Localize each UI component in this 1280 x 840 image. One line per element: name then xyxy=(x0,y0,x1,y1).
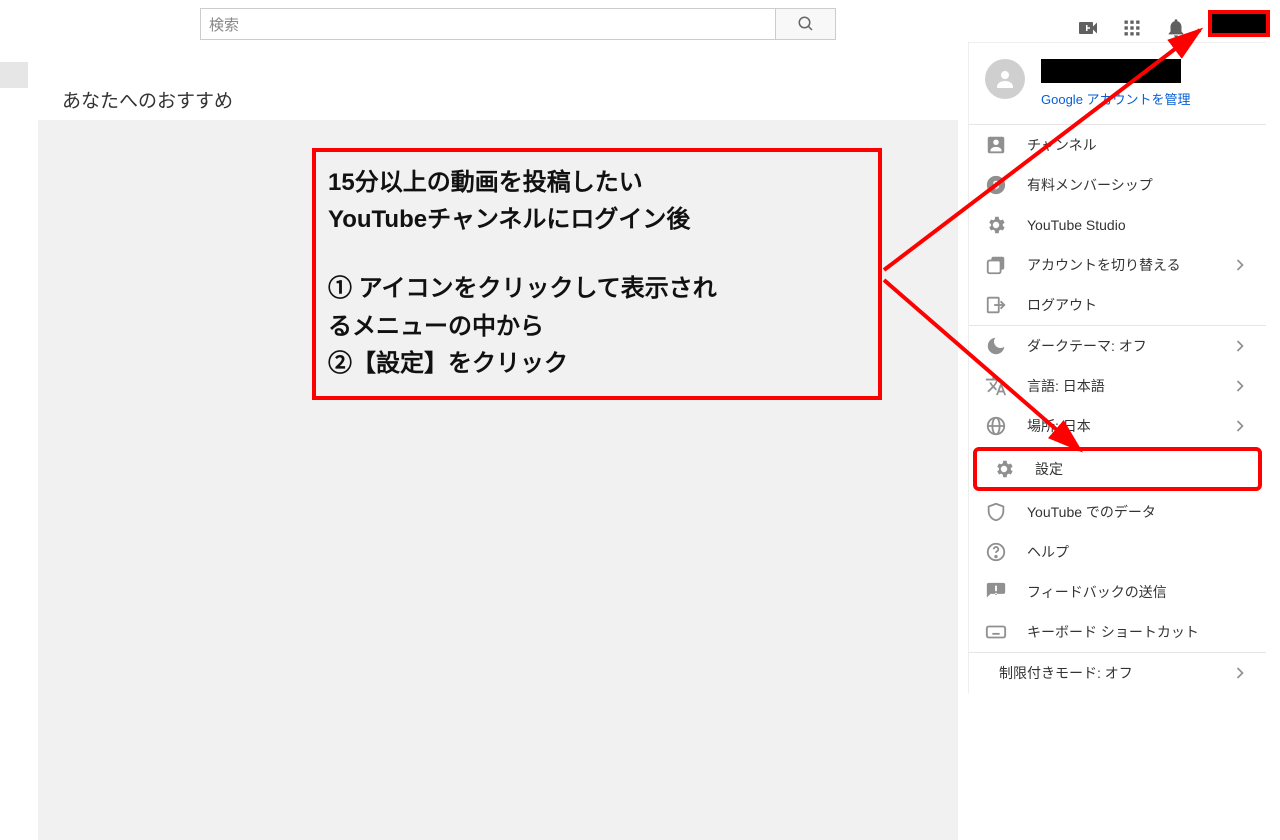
notifications-icon[interactable] xyxy=(1164,16,1188,40)
svg-text:$: $ xyxy=(993,180,999,192)
menu-item-help[interactable]: ヘルプ xyxy=(969,532,1266,572)
menu-item-signout[interactable]: ログアウト xyxy=(969,285,1266,325)
menu-item-restricted-mode[interactable]: 制限付きモード: オフ xyxy=(969,653,1266,693)
account-name-redacted xyxy=(1041,59,1181,83)
feedback-icon xyxy=(985,581,1007,603)
page-title: あなたへのおすすめ xyxy=(62,86,233,113)
menu-label: 有料メンバーシップ xyxy=(1027,175,1153,195)
person-box-icon xyxy=(985,134,1007,156)
dollar-circle-icon: $ xyxy=(985,174,1007,196)
callout-spacer xyxy=(328,238,866,270)
search-icon xyxy=(797,15,815,33)
globe-icon xyxy=(985,415,1007,437)
menu-item-channel[interactable]: チャンネル xyxy=(969,125,1266,165)
menu-label: 場所: 日本 xyxy=(1027,416,1091,436)
sidebar-stub xyxy=(0,62,28,88)
menu-label: 制限付きモード: オフ xyxy=(999,663,1133,683)
callout-text: 15分以上の動画を投稿したい xyxy=(328,164,866,201)
top-header: 検索 xyxy=(0,0,1280,44)
header-actions xyxy=(1076,8,1280,41)
callout-text: ① アイコンをクリックして表示され xyxy=(328,270,866,307)
callout-text: ②【設定】をクリック xyxy=(328,345,866,382)
menu-label: YouTube Studio xyxy=(1027,217,1126,233)
menu-item-studio[interactable]: YouTube Studio xyxy=(969,205,1266,245)
account-menu: Google アカウントを管理 チャンネル $ 有料メンバーシップ YouTub… xyxy=(968,42,1266,693)
menu-label: ログアウト xyxy=(1027,295,1097,315)
search-wrap: 検索 xyxy=(200,8,836,40)
menu-item-location[interactable]: 場所: 日本 xyxy=(969,406,1266,446)
menu-item-settings[interactable]: 設定 xyxy=(977,451,1258,487)
menu-item-paid[interactable]: $ 有料メンバーシップ xyxy=(969,165,1266,205)
search-button[interactable] xyxy=(776,8,836,40)
menu-item-language[interactable]: 言語: 日本語 xyxy=(969,366,1266,406)
search-placeholder: 検索 xyxy=(209,14,239,35)
create-video-icon[interactable] xyxy=(1076,16,1100,40)
menu-label: ヘルプ xyxy=(1027,542,1069,562)
chevron-right-icon xyxy=(1230,416,1250,436)
account-info: Google アカウントを管理 xyxy=(1041,59,1191,108)
menu-item-shortcuts[interactable]: キーボード ショートカット xyxy=(969,612,1266,652)
apps-icon[interactable] xyxy=(1120,16,1144,40)
menu-label: ダークテーマ: オフ xyxy=(1027,336,1147,356)
callout-text: YouTubeチャンネルにログイン後 xyxy=(328,201,866,238)
menu-item-feedback[interactable]: フィードバックの送信 xyxy=(969,572,1266,612)
menu-label: フィードバックの送信 xyxy=(1027,582,1167,602)
keyboard-icon xyxy=(985,621,1007,643)
avatar-icon xyxy=(985,59,1025,99)
chevron-right-icon xyxy=(1230,336,1250,356)
shield-icon xyxy=(985,501,1007,523)
switch-account-icon xyxy=(985,254,1007,276)
moon-icon xyxy=(985,335,1007,357)
menu-item-settings-highlight: 設定 xyxy=(973,447,1262,491)
annotation-callout: 15分以上の動画を投稿したい YouTubeチャンネルにログイン後 ① アイコン… xyxy=(312,148,882,400)
menu-label: 設定 xyxy=(1035,459,1063,479)
account-avatar-button[interactable] xyxy=(1208,10,1270,37)
gear-icon xyxy=(993,458,1015,480)
menu-item-dark-theme[interactable]: ダークテーマ: オフ xyxy=(969,326,1266,366)
translate-icon xyxy=(985,375,1007,397)
help-icon xyxy=(985,541,1007,563)
menu-label: 言語: 日本語 xyxy=(1027,376,1105,396)
menu-label: アカウントを切り替える xyxy=(1027,255,1181,275)
chevron-right-icon xyxy=(1230,376,1250,396)
menu-label: チャンネル xyxy=(1027,135,1097,155)
signout-icon xyxy=(985,294,1007,316)
menu-label: キーボード ショートカット xyxy=(1027,622,1199,642)
chevron-right-icon xyxy=(1230,255,1250,275)
search-input[interactable]: 検索 xyxy=(200,8,776,40)
manage-account-link[interactable]: Google アカウントを管理 xyxy=(1041,89,1191,108)
account-header: Google アカウントを管理 xyxy=(969,43,1266,125)
menu-item-your-data[interactable]: YouTube でのデータ xyxy=(969,492,1266,532)
callout-text: るメニューの中から xyxy=(328,308,866,345)
gear-icon xyxy=(985,214,1007,236)
chevron-right-icon xyxy=(1230,663,1250,683)
menu-item-switch-account[interactable]: アカウントを切り替える xyxy=(969,245,1266,285)
menu-label: YouTube でのデータ xyxy=(1027,502,1156,522)
